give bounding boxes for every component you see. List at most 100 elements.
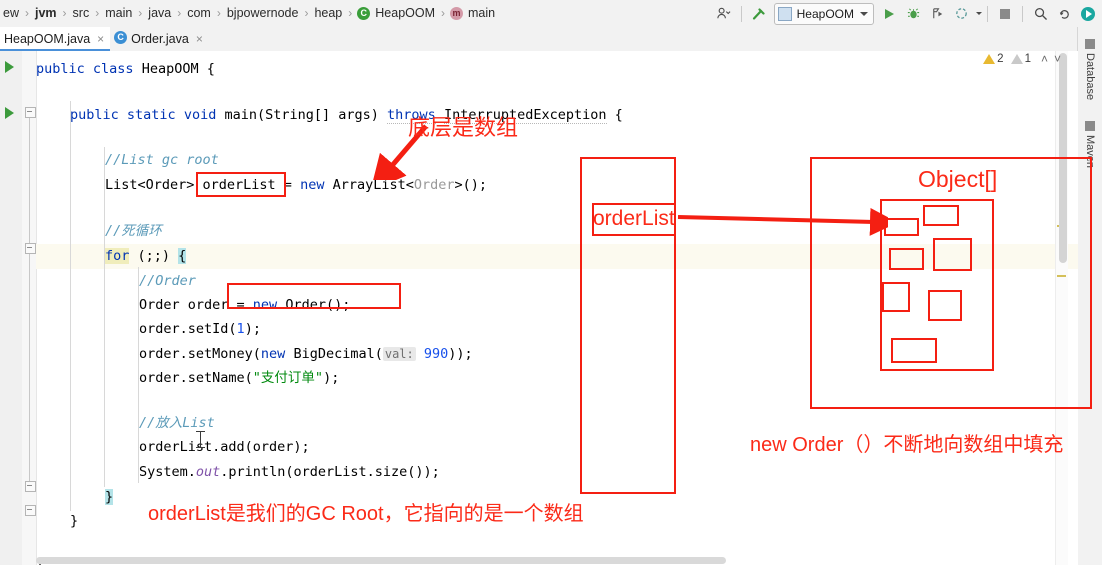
coverage-glyph (932, 8, 942, 19)
breadcrumb-label: bjpowernode (226, 6, 299, 20)
editor-tab-order-java[interactable]: Order.java × (110, 27, 209, 51)
editor-gutter[interactable] (0, 51, 22, 565)
build-hammer-icon[interactable] (748, 3, 770, 25)
code-line: Order order = new Order(); (139, 297, 351, 313)
toolbar-right-group: HeapOOM (712, 0, 1102, 27)
breadcrumb: ew › jvm › src › main › java › com › bjpowernode › hea… (0, 0, 496, 27)
code-line: //List gc root (105, 152, 219, 168)
breadcrumb-label: HeapOOM (375, 6, 436, 20)
run-with-coverage-icon[interactable] (926, 3, 948, 25)
code-line: } (105, 489, 114, 505)
fold-end-method-icon[interactable] (25, 505, 36, 516)
editor-tab-heapoom-java[interactable]: HeapOOM.java × (0, 27, 111, 51)
fold-line (29, 109, 30, 487)
breadcrumb-separator: › (441, 6, 446, 20)
hammer-glyph (752, 7, 765, 20)
breadcrumb-separator: › (24, 6, 29, 20)
updates-glyph (1059, 10, 1069, 19)
tab-label: Order.java (131, 32, 189, 46)
gutter-run-method-icon[interactable] (5, 107, 14, 119)
code-text[interactable]: public class HeapOOM {public static void… (36, 51, 1056, 565)
profiler-icon[interactable] (713, 3, 735, 25)
code-line: } (70, 513, 79, 529)
code-editor[interactable]: public class HeapOOM {public static void… (0, 51, 1078, 565)
tab-close-icon[interactable]: × (97, 33, 104, 45)
breadcrumb-separator: › (216, 6, 221, 20)
vertical-scrollbar-thumb[interactable] (1059, 53, 1067, 263)
weak-warning-icon (1010, 54, 1023, 64)
tool-window-label: Database (1084, 53, 1096, 101)
breadcrumb-item-ew[interactable]: ew (2, 0, 20, 27)
breadcrumb-separator: › (95, 6, 100, 20)
breadcrumb-separator: › (138, 6, 143, 20)
code-line: public class HeapOOM { (36, 61, 215, 77)
class-icon (114, 31, 128, 47)
profile-glyph (955, 8, 967, 19)
breadcrumb-item-java[interactable]: java (147, 0, 172, 27)
editor-tab-bar: HeapOOM.java × Order.java × (0, 27, 1078, 52)
tab-close-icon[interactable]: × (196, 33, 203, 45)
breadcrumb-label: com (187, 6, 211, 20)
code-line: order.setName("支付订单"); (139, 370, 340, 386)
toolbar-divider (740, 5, 742, 22)
breadcrumb-item-main[interactable]: main (450, 0, 496, 27)
stop-icon[interactable] (994, 3, 1016, 25)
editor-fold-strip[interactable] (22, 51, 37, 565)
breadcrumb-item-heapoom[interactable]: HeapOOM (357, 0, 436, 27)
editor-marker-track[interactable] (1055, 51, 1068, 565)
run-config-label: HeapOOM (796, 6, 854, 21)
database-icon (1085, 39, 1095, 49)
breadcrumb-label: jvm (34, 6, 57, 20)
fold-collapse-method-icon[interactable] (25, 107, 36, 118)
warning-icon (983, 54, 996, 64)
toolbar-divider-2 (987, 5, 988, 22)
method-icon (450, 7, 464, 20)
breadcrumb-item-src[interactable]: src (72, 0, 91, 27)
breadcrumb-separator: › (62, 6, 67, 20)
search-everywhere-icon[interactable] (1029, 3, 1051, 25)
updates-icon[interactable] (1053, 3, 1075, 25)
run-icon[interactable] (878, 3, 900, 25)
prev-problem-icon[interactable]: ˄ (1041, 52, 1048, 66)
debug-icon[interactable] (902, 3, 924, 25)
maven-icon (1085, 121, 1095, 131)
play-glyph (885, 8, 894, 19)
breadcrumb-item-bjpowernode[interactable]: bjpowernode (226, 0, 300, 27)
code-line: //死循环 (105, 223, 162, 239)
breadcrumb-item-heap[interactable]: heap (313, 0, 343, 27)
gutter-run-class-icon[interactable] (5, 61, 14, 73)
warning-marker[interactable] (1057, 275, 1066, 277)
profile-chevron-down-icon[interactable] (976, 12, 982, 15)
horizontal-scrollbar[interactable] (36, 556, 1046, 565)
run-configuration-selector[interactable]: HeapOOM (773, 2, 874, 25)
inspection-widget[interactable]: 2 1 ˄ ˅ (983, 52, 1064, 66)
next-problem-icon[interactable]: ˅ (1054, 52, 1061, 66)
breadcrumb-item-com[interactable]: com (186, 0, 212, 27)
warning-count: 2 (997, 53, 1004, 65)
run-config-icon (777, 6, 792, 21)
tool-window-database[interactable]: Database (1078, 35, 1102, 100)
breadcrumb-separator: › (177, 6, 182, 20)
fold-collapse-loop-icon[interactable] (25, 243, 36, 254)
breadcrumb-item-main[interactable]: main (104, 0, 133, 27)
tool-window-maven[interactable]: Maven (1078, 117, 1102, 168)
ide-logo-icon[interactable] (1077, 3, 1099, 25)
profiler-glyph (717, 7, 731, 19)
search-glyph (1034, 7, 1047, 20)
breadcrumb-item-jvm[interactable]: jvm (34, 0, 58, 27)
tool-window-label: Maven (1084, 135, 1096, 169)
breadcrumb-separator: › (348, 6, 353, 20)
code-line: for (;;) { (105, 248, 187, 264)
main-toolbar: ew › jvm › src › main › java › com › bjpowernode › hea… (0, 0, 1102, 28)
breadcrumb-separator: › (304, 6, 309, 20)
fold-end-loop-icon[interactable] (25, 481, 36, 492)
weak-warning-count: 1 (1024, 53, 1031, 65)
tab-label: HeapOOM.java (4, 32, 91, 46)
text-cursor-ibeam (196, 431, 205, 448)
breadcrumb-label: ew (3, 6, 19, 20)
profile-icon[interactable] (950, 3, 972, 25)
horizontal-scrollbar-thumb[interactable] (36, 557, 726, 564)
class-icon (357, 7, 371, 20)
breadcrumb-label: heap (314, 6, 343, 20)
breadcrumb-label: src (72, 6, 90, 20)
